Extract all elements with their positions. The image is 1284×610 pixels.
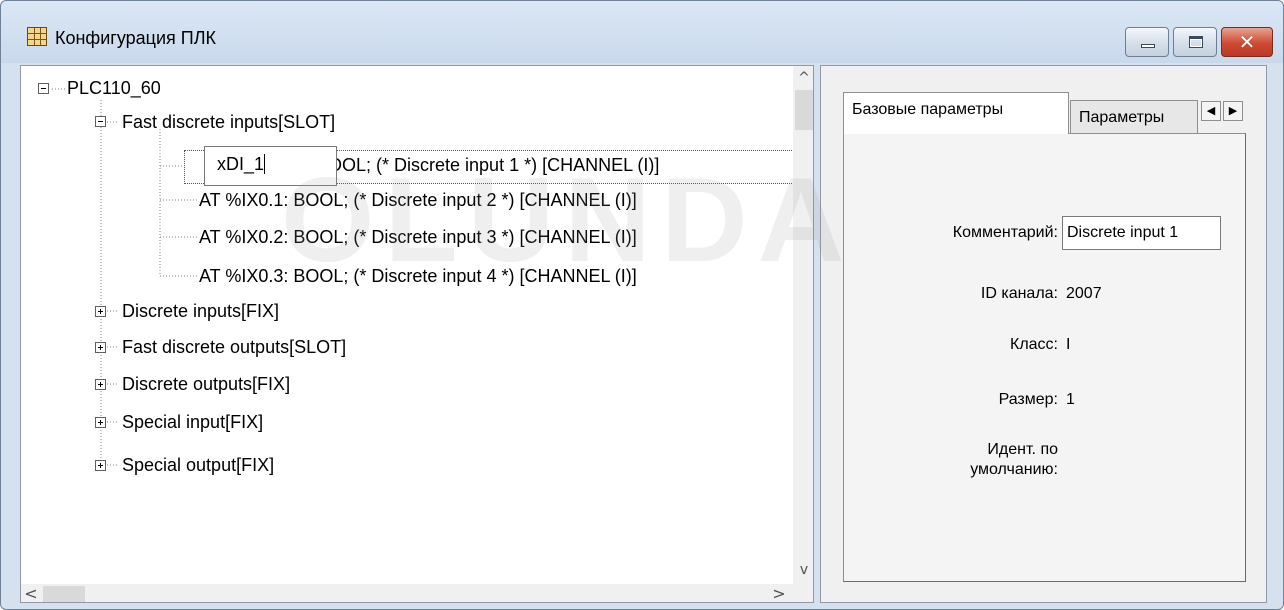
tree-root-plc[interactable]: PLC110_60 (67, 77, 161, 99)
tab-scroll-right-icon[interactable]: ▶ (1223, 101, 1243, 121)
config-tree-pane[interactable]: PLC110_60 Fast discrete inputs[SLOT] BOO… (20, 65, 814, 603)
default-ident-label-line2: умолчанию: (970, 461, 1058, 478)
channel-id-value: 2007 (1066, 285, 1102, 302)
class-label: Класс: (1010, 336, 1058, 353)
tree-vertical-scrollbar[interactable]: ^ v (793, 66, 813, 584)
fast-inputs-collapse-toggle[interactable] (95, 116, 106, 127)
title-bar[interactable]: Конфигурация ПЛК ✕ (1, 1, 1283, 63)
tree-group-special-input[interactable]: Special input[FIX] (122, 411, 263, 433)
size-value: 1 (1066, 391, 1075, 408)
tree-horizontal-scrollbar[interactable]: < > (21, 584, 793, 602)
channel-id-label: ID канала: (980, 285, 1058, 302)
channel-name-edit-text: xDI_1 (217, 154, 265, 174)
tree-group-special-output[interactable]: Special output[FIX] (122, 454, 274, 476)
discrete-outputs-expand-toggle[interactable] (95, 379, 106, 390)
class-value: I (1066, 336, 1071, 353)
close-button[interactable]: ✕ (1221, 27, 1273, 57)
tree-group-discrete-outputs[interactable]: Discrete outputs[FIX] (122, 373, 290, 395)
tab-parameters[interactable]: Параметры (1070, 100, 1198, 134)
channel-name-edit-input[interactable]: xDI_1 (204, 146, 337, 186)
discrete-inputs-expand-toggle[interactable] (95, 306, 106, 317)
size-label: Размер: (998, 391, 1058, 408)
tree-channel-2[interactable]: AT %IX0.1: BOOL; (* Discrete input 2 *) … (199, 189, 637, 211)
tab-base-parameters[interactable]: Базовые параметры (843, 92, 1069, 134)
tab-scroll-left-icon[interactable]: ◀ (1201, 101, 1221, 121)
tree-channel-1[interactable]: BOOL; (* Discrete input 1 *) [CHANNEL (I… (316, 154, 659, 176)
tree-group-fast-discrete-outputs[interactable]: Fast discrete outputs[SLOT] (122, 336, 346, 358)
plc-config-app-icon (27, 27, 47, 46)
maximize-button[interactable] (1173, 27, 1217, 57)
minimize-icon (1141, 44, 1155, 48)
maximize-icon (1189, 36, 1203, 48)
minimize-button[interactable] (1125, 27, 1169, 57)
scroll-right-arrow-icon[interactable]: > (769, 584, 789, 602)
tree-channel-3[interactable]: AT %IX0.2: BOOL; (* Discrete input 3 *) … (199, 226, 637, 248)
fast-outputs-expand-toggle[interactable] (95, 342, 106, 353)
tree-channel-4[interactable]: AT %IX0.3: BOOL; (* Discrete input 4 *) … (199, 265, 637, 287)
comment-field[interactable]: Discrete input 1 (1062, 216, 1221, 250)
plc-config-window: Конфигурация ПЛК ✕ PLC110_60 Fast discre… (0, 0, 1284, 610)
scroll-up-arrow-icon[interactable]: ^ (793, 70, 813, 86)
root-collapse-toggle[interactable] (38, 83, 49, 94)
close-icon: ✕ (1238, 30, 1256, 54)
tree-group-discrete-inputs[interactable]: Discrete inputs[FIX] (122, 300, 279, 322)
scroll-down-arrow-icon[interactable]: v (793, 562, 813, 578)
comment-label: Комментарий: (952, 224, 1058, 241)
properties-pane: Базовые параметры Параметры ◀ ▶ Коммента… (820, 65, 1267, 603)
scrollbar-corner (793, 584, 813, 602)
horizontal-scroll-thumb[interactable] (43, 586, 85, 602)
window-title: Конфигурация ПЛК (55, 28, 217, 48)
base-parameters-panel: Комментарий: Discrete input 1 ID канала:… (843, 133, 1246, 582)
default-ident-label-line1: Идент. по (987, 441, 1058, 458)
tree-connector-lines (52, 88, 197, 466)
special-input-expand-toggle[interactable] (95, 417, 106, 428)
special-output-expand-toggle[interactable] (95, 460, 106, 471)
tree-group-fast-discrete-inputs[interactable]: Fast discrete inputs[SLOT] (122, 111, 335, 133)
scroll-left-arrow-icon[interactable]: < (21, 584, 41, 602)
text-caret (264, 154, 266, 174)
vertical-scroll-thumb[interactable] (795, 90, 813, 130)
